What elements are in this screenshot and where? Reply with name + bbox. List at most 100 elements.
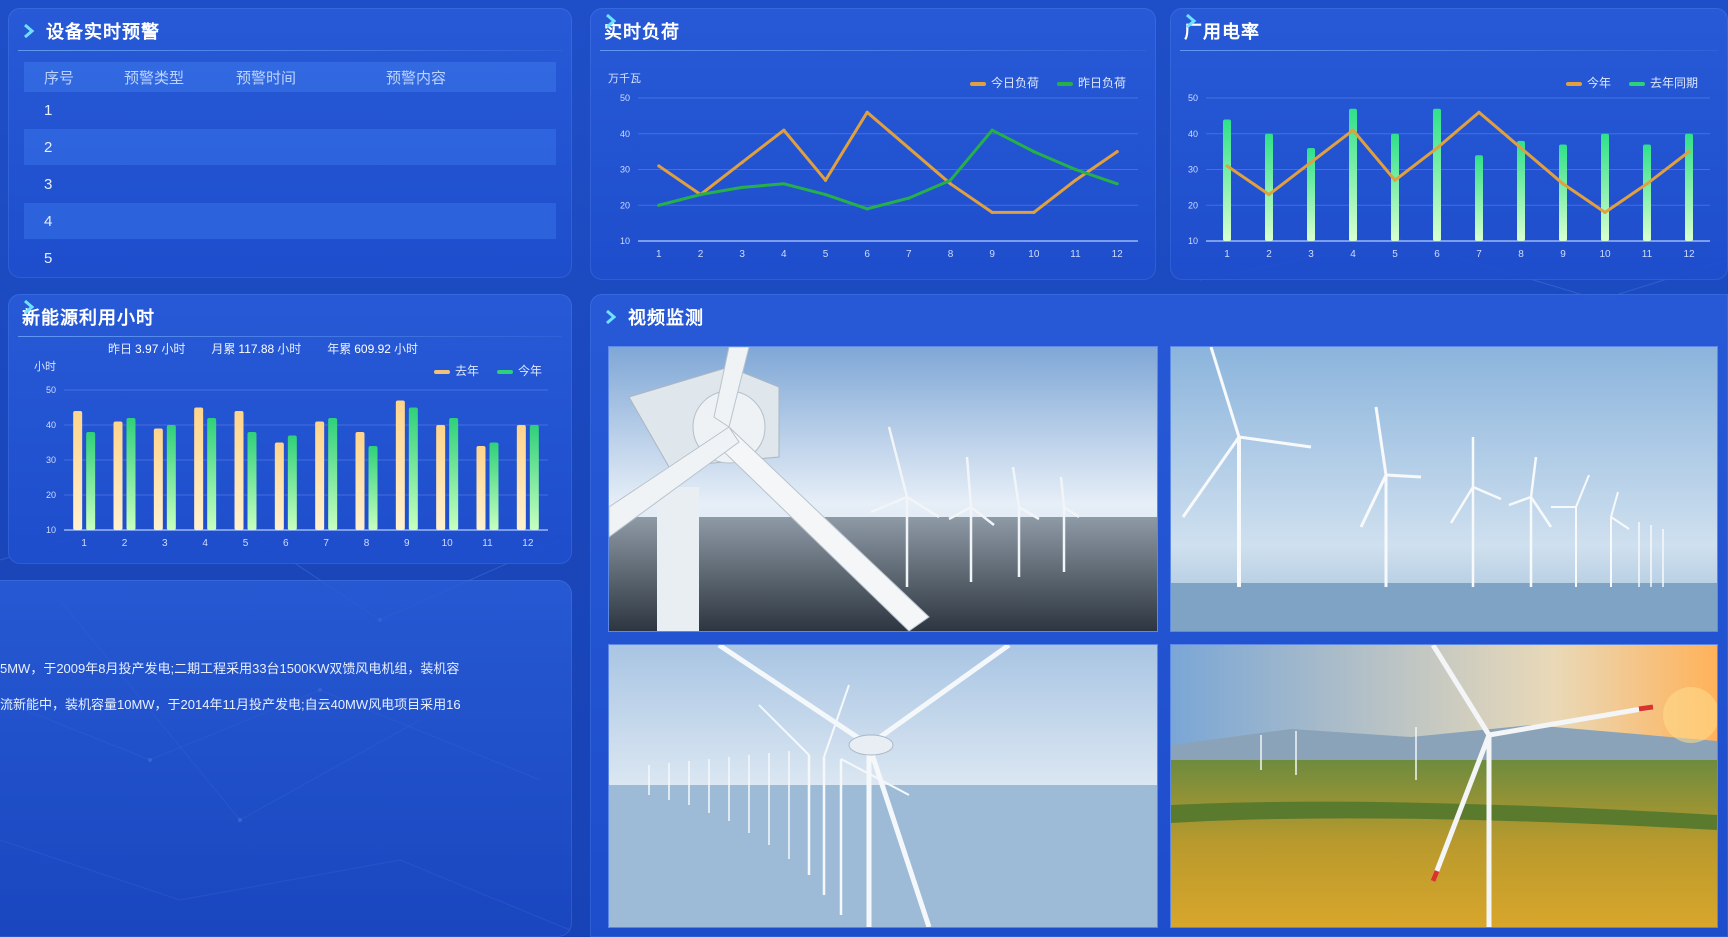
row-number: 5 (44, 249, 53, 267)
series-line-this-year-point (1477, 110, 1481, 114)
series-line-yesterday-point (657, 203, 661, 207)
video-feed-2[interactable] (1170, 346, 1718, 632)
series-line-this-year-point (1687, 150, 1691, 154)
x-tick-label: 10 (442, 538, 454, 549)
row-number: 3 (44, 175, 53, 193)
rate-combo-chart: 10203040501 2 3 4 5 6 7 8 9 10 11 12 (1188, 93, 1710, 260)
x-tick-label: 8 (1518, 249, 1524, 260)
x-tick-label: 4 (202, 538, 208, 549)
video-panel: 视频监测 (590, 294, 1728, 937)
x-tick-label: 5 (823, 249, 829, 260)
bar-last-year (1391, 133, 1399, 241)
series-line-today-point (1073, 178, 1078, 182)
table-row[interactable]: 4 (24, 203, 556, 239)
column-header[interactable]: 预警时间 (236, 67, 386, 88)
x-tick-label: 12 (1112, 249, 1124, 260)
description-panel: 5MW，于2009年8月投产发电;二期工程采用33台1500KW双馈风电机组，装… (0, 580, 572, 937)
x-tick-label: 3 (162, 538, 168, 549)
bar-last-year (1517, 140, 1525, 241)
series-line-this-year-point (1603, 210, 1607, 214)
video-feed-3[interactable] (608, 644, 1158, 928)
x-tick-label: 10 (1599, 249, 1611, 260)
y-tick-label: 20 (1188, 200, 1198, 210)
bar-this-year (126, 418, 136, 530)
series-line-yesterday-point (698, 192, 703, 197)
x-tick-label: 12 (522, 538, 534, 549)
x-tick-label: 7 (1476, 249, 1482, 260)
bar-last-year (436, 425, 446, 530)
x-tick-label: 6 (1434, 249, 1440, 260)
series-line-yesterday-point (948, 178, 953, 182)
y-tick-label: 20 (620, 200, 630, 210)
x-tick-label: 12 (1683, 249, 1695, 260)
title-divider (18, 50, 562, 51)
x-tick-label: 5 (243, 538, 249, 549)
x-tick-label: 6 (283, 538, 289, 549)
x-tick-label: 3 (1308, 249, 1314, 260)
y-tick-label: 20 (46, 490, 56, 500)
series-line-yesterday-point (990, 128, 994, 132)
series-line-this-year-point (1435, 146, 1439, 150)
bar-this-year (449, 418, 459, 530)
description-line: 5MW，于2009年8月投产发电;二期工程采用33台1500KW双馈风电机组，装… (0, 661, 460, 676)
series-line-today-point (823, 178, 828, 182)
y-tick-label: 10 (1188, 236, 1198, 246)
series-line-yesterday-point (1073, 167, 1078, 172)
wind-turbine-image (1171, 645, 1717, 927)
row-number: 4 (44, 212, 53, 230)
series-line-yesterday-point (823, 192, 828, 197)
table-row[interactable]: 2 (24, 129, 556, 165)
x-tick-label: 11 (1642, 249, 1653, 260)
table-row[interactable]: 3 (24, 166, 556, 202)
bar-last-year (1223, 119, 1231, 241)
series-line-today (657, 110, 1119, 214)
video-feed-1[interactable] (608, 346, 1158, 632)
rate-panel: 厂用电率 今年 去年同期 10 20 30 40 50 1 2 3 4 5 6 7 8 9 10 11 12 (1170, 8, 1728, 280)
y-tick-label: 40 (620, 129, 630, 139)
series-line-yesterday-point (865, 207, 869, 211)
series-line-yesterday-point (907, 196, 911, 200)
bar-last-year (1601, 133, 1609, 241)
x-tick-label: 7 (906, 249, 912, 260)
x-tick-label: 1 (81, 538, 87, 549)
table-row[interactable]: 1 (24, 92, 556, 128)
series-line-today-point (782, 128, 786, 132)
column-header[interactable]: 序号 (24, 67, 124, 88)
series-line-today-point (657, 164, 661, 168)
x-tick-label: 7 (323, 538, 329, 549)
table-header: 序号 预警类型 预警时间 预警内容 (24, 62, 556, 92)
bar-last-year (194, 407, 204, 530)
x-tick-label: 1 (656, 249, 662, 260)
bar-last-year (1433, 108, 1441, 241)
video-feed-4[interactable] (1170, 644, 1718, 928)
x-tick-label: 9 (1560, 249, 1566, 260)
load-line-chart: 10203040501 2 3 4 5 6 7 8 9 10 11 12 (620, 93, 1138, 260)
bar-last-year (153, 428, 163, 530)
y-tick-label: 50 (620, 93, 630, 103)
series-line-yesterday-point (1115, 182, 1119, 186)
bar-last-year (315, 421, 325, 530)
column-header[interactable]: 预警内容 (386, 67, 556, 88)
load-panel: 实时负荷 万千瓦 今日负荷 昨日负荷 10 20 30 40 50 1 2 3 4 5 6 7 8 9 10… (590, 8, 1156, 280)
bar-last-year (1265, 133, 1273, 241)
description-line: 流新能中，装机容量10MW，于2014年11月投产发电;自云40MW风电项目采用… (0, 697, 461, 712)
bar-last-year (476, 446, 486, 530)
series-line-today-point (1032, 210, 1036, 214)
bar-this-year (86, 432, 96, 530)
bar-last-year (1349, 108, 1357, 241)
y-tick-label: 50 (1188, 93, 1198, 103)
bar-this-year (207, 418, 217, 530)
panel-title: 视频监测 (628, 308, 704, 328)
y-tick-label: 40 (1188, 129, 1198, 139)
row-number: 1 (44, 101, 53, 119)
column-header[interactable]: 预警类型 (124, 67, 236, 88)
wind-turbine-image (609, 645, 1157, 927)
bar-last-year (1643, 144, 1651, 241)
x-tick-label: 9 (989, 249, 995, 260)
table-row[interactable]: 5 (24, 240, 556, 276)
wind-turbine-image (609, 347, 1157, 631)
series-line-this-year-point (1561, 182, 1565, 186)
series-line-this-year (1226, 110, 1690, 214)
chevron-right-icon (24, 24, 35, 38)
row-number: 2 (44, 138, 53, 156)
